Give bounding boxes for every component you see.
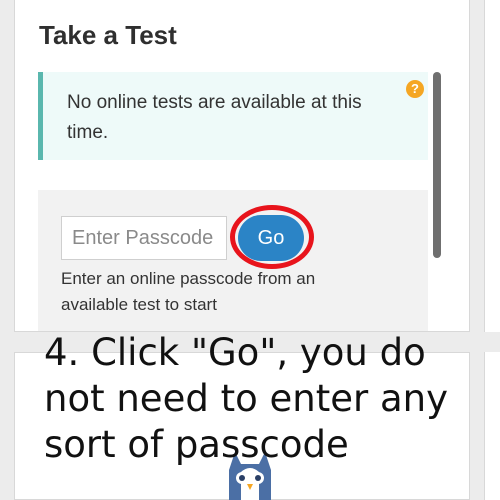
- adjacent-panel-edge: [484, 0, 500, 332]
- alert-message: No online tests are available at this ti…: [67, 92, 362, 143]
- passcode-input[interactable]: [61, 216, 227, 260]
- passcode-section: Go Enter an online passcode from an avai…: [38, 190, 428, 331]
- take-a-test-panel: Take a Test No online tests are availabl…: [14, 0, 470, 332]
- panel-scrollbar[interactable]: [433, 72, 441, 258]
- no-tests-alert: No online tests are available at this ti…: [38, 72, 428, 160]
- passcode-help-text: Enter an online passcode from an availab…: [61, 269, 316, 314]
- go-button[interactable]: Go: [238, 215, 304, 261]
- instruction-caption: 4. Click "Go", you do not need to enter …: [44, 331, 448, 466]
- help-icon[interactable]: ?: [406, 80, 424, 98]
- adjacent-lower-card-edge: [484, 352, 500, 500]
- panel-title: Take a Test: [39, 20, 177, 50]
